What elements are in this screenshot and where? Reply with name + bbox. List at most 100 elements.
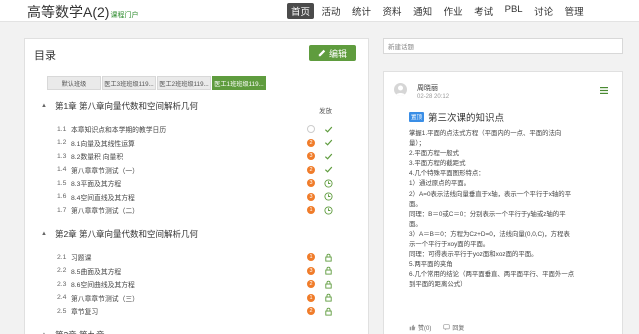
nav-notice[interactable]: 通知: [409, 3, 436, 19]
section-number: 1.5: [57, 179, 67, 187]
menu-icon[interactable]: [600, 87, 608, 94]
course-portal-link[interactable]: 课程门户: [110, 12, 138, 19]
locked-icon[interactable]: [324, 253, 333, 262]
locked-icon[interactable]: [324, 293, 333, 302]
tab-default-class[interactable]: 默认班级: [47, 76, 101, 90]
post-body-line: 面。: [409, 200, 422, 208]
edit-button-label: 编辑: [328, 48, 347, 59]
post-body-line: 示一个平行于xoy面的平面。: [409, 241, 490, 249]
section-row[interactable]: 1.6 8.4空间直线及其方程 3: [57, 191, 357, 203]
task-count-badge: 3: [307, 179, 315, 187]
released-check-icon[interactable]: [324, 165, 333, 174]
nav-homework[interactable]: 作业: [440, 3, 467, 19]
collapse-caret-icon[interactable]: ▲: [41, 103, 47, 109]
section-row[interactable]: 1.5 8.3平面及其方程 3: [57, 177, 357, 189]
main-nav: 首页 活动 统计 资料 通知 作业 考试 PBL 讨论 管理: [287, 3, 591, 19]
section-row[interactable]: 1.1 本章知识点和本学期的教学日历: [57, 123, 357, 135]
section-number: 2.1: [57, 253, 67, 261]
section-row[interactable]: 2.1 习题课 1: [57, 251, 357, 263]
section-row[interactable]: 2.5 章节复习 2: [57, 305, 357, 317]
task-count-badge: 2: [307, 165, 315, 174]
chapter-title: 第3章 第九章: [55, 329, 105, 334]
tab-class-3[interactable]: 医工3班班级119...: [102, 76, 156, 90]
tab-class-1[interactable]: 医工1班班级119...: [212, 76, 266, 90]
section-row[interactable]: 1.3 8.2数量积 向量积 3: [57, 150, 357, 162]
section-number: 2.3: [57, 280, 67, 288]
task-count-badge: 1: [307, 253, 315, 261]
nav-discussion[interactable]: 讨论: [530, 3, 557, 19]
section-row[interactable]: 2.2 8.5曲面及其方程 3: [57, 265, 357, 277]
locked-icon[interactable]: [324, 280, 333, 289]
edit-button[interactable]: 编辑: [309, 45, 356, 61]
nav-activity[interactable]: 活动: [318, 3, 345, 19]
post-body-line: 面。: [409, 220, 422, 228]
section-row[interactable]: 2.4 第八章章节测试（三） 1: [57, 292, 357, 304]
tab-class-2[interactable]: 医工2班班级119...: [157, 76, 211, 90]
top-bar: 高等数学A(2)课程门户 首页 活动 统计 资料 通知 作业 考试 PBL 讨论…: [0, 0, 639, 22]
like-button[interactable]: 赞(0): [409, 323, 431, 332]
task-count-badge: 3: [307, 266, 315, 275]
catalog-title: 目录: [34, 50, 56, 62]
reply-icon: [443, 324, 450, 331]
new-topic-input[interactable]: 新建话题: [383, 38, 623, 54]
task-count-badge: 2: [307, 307, 315, 315]
section-number: 1.6: [57, 193, 67, 200]
post-title-text[interactable]: 第三次课的知识点: [428, 110, 504, 124]
like-label: 赞(0): [418, 326, 432, 332]
status-column-header: 发放: [319, 108, 332, 115]
course-name: 高等数学A(2): [27, 4, 110, 20]
released-check-icon[interactable]: [324, 138, 333, 147]
released-check-icon[interactable]: [324, 152, 333, 161]
course-title: 高等数学A(2)课程门户: [27, 2, 138, 22]
section-number: 1.4: [57, 166, 67, 173]
reply-button[interactable]: 回复: [443, 323, 464, 332]
chapter-title: 第1章 第八章向量代数和空间解析几何: [54, 101, 199, 111]
post-title: 置顶 第三次课的知识点: [409, 110, 504, 124]
post-author[interactable]: 周晓丽: [417, 83, 438, 93]
section-row[interactable]: 1.4 第八章章节测试（一） 2: [57, 164, 357, 176]
section-row[interactable]: 1.7 第八章章节测试（二） 1: [57, 204, 357, 216]
scheduled-clock-icon[interactable]: [324, 192, 333, 201]
post-body-line: 4.几个特殊平面图形特点：: [409, 170, 485, 178]
locked-icon[interactable]: [324, 266, 333, 275]
section-row[interactable]: 1.2 8.1向量及其线性运算 2: [57, 137, 357, 149]
post-body-line: 量）；: [409, 140, 425, 148]
nav-exam[interactable]: 考试: [470, 3, 497, 19]
nav-manage[interactable]: 管理: [561, 3, 588, 19]
nav-materials[interactable]: 资料: [379, 3, 406, 19]
nav-home[interactable]: 首页: [287, 3, 315, 19]
post-actions: 赞(0) 回复: [409, 323, 476, 332]
locked-icon[interactable]: [324, 307, 333, 316]
nav-pbl[interactable]: PBL: [501, 3, 527, 19]
section-number: 1.2: [57, 139, 67, 146]
post-body-line: 3.平面方程的截距式: [409, 160, 466, 168]
section-row[interactable]: 2.3 8.6空间曲线及其方程 2: [57, 278, 357, 290]
post-body-line: 2）A=0表示法线向量垂直于x轴，表示一个平行于x轴的平: [409, 190, 572, 198]
task-count-badge: 1: [307, 293, 315, 302]
released-check-icon[interactable]: [324, 125, 333, 134]
task-count-badge: [307, 125, 315, 133]
user-avatar-icon: [395, 85, 406, 96]
section-number: 1.3: [57, 152, 67, 160]
scheduled-clock-icon[interactable]: [324, 205, 333, 215]
thumbs-up-icon: [409, 324, 416, 331]
post-body-line: 同理：可得表示平行于yoz面和xoz面的平面。: [409, 251, 538, 259]
discussion-post: 周晓丽 02-28 20:12 置顶 第三次课的知识点 掌握1.平面的点法式方程…: [383, 71, 623, 334]
section-number: 2.5: [57, 307, 67, 315]
scheduled-clock-icon[interactable]: [324, 178, 333, 188]
post-body-line: 6.几个常用的结论（两平面垂直、两平面平行、平面外一点: [409, 271, 575, 279]
section-number: 1.7: [57, 206, 67, 214]
avatar[interactable]: [394, 83, 407, 96]
task-count-badge: 3: [307, 192, 315, 201]
new-topic-placeholder: 新建话题: [388, 44, 414, 51]
chapter-header: ▲ 第2章 第八章向量代数和空间解析几何: [41, 228, 198, 240]
pencil-icon: [318, 49, 326, 57]
collapse-caret-icon[interactable]: ▲: [41, 231, 47, 237]
task-count-badge: 2: [307, 280, 315, 288]
section-number: 2.2: [57, 267, 67, 274]
nav-statistics[interactable]: 统计: [348, 3, 375, 19]
catalog-panel: 目录 编辑 默认班级 医工3班班级119... 医工2班班级119... 医工1…: [24, 38, 369, 334]
task-count-badge: 2: [307, 138, 315, 147]
post-body-line: 3）A＝B＝0：方程为Cz+D=0，法线向量(0,0,C)，方程表: [409, 230, 570, 238]
reply-label: 回复: [452, 326, 465, 332]
